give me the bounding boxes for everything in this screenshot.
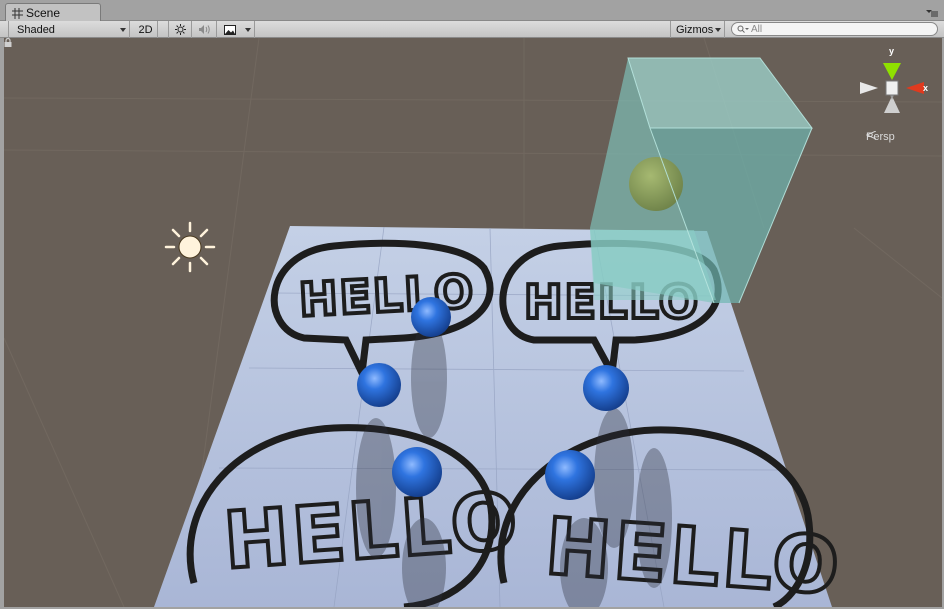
gizmo-x-label: x bbox=[923, 83, 929, 93]
sphere-shadow bbox=[636, 448, 672, 588]
sphere-shadow bbox=[594, 408, 634, 548]
tab-scene[interactable]: Scene bbox=[5, 3, 101, 22]
chevron-down-icon bbox=[245, 28, 251, 32]
tab-scene-label: Scene bbox=[26, 6, 61, 20]
hierarchy-search[interactable] bbox=[731, 22, 938, 36]
image-icon bbox=[224, 24, 236, 35]
lock-icon[interactable] bbox=[4, 38, 12, 47]
scene-canvas: HELLO HELLO HELLO HELLO bbox=[4, 38, 942, 607]
blue-sphere bbox=[411, 297, 451, 337]
directional-light-icon bbox=[164, 221, 216, 273]
sphere-shadow bbox=[356, 418, 396, 558]
audio-toggle-button[interactable] bbox=[192, 21, 217, 38]
blue-sphere bbox=[392, 447, 442, 497]
green-sphere bbox=[629, 157, 683, 211]
draw-mode-label: Shaded bbox=[17, 23, 55, 36]
scene-toolbar: Shaded 2D Gizmos bbox=[0, 21, 944, 38]
draw-mode-dropdown[interactable]: Shaded bbox=[8, 21, 130, 38]
effects-dropdown[interactable] bbox=[217, 21, 255, 38]
gizmo-y-label: y bbox=[889, 46, 895, 56]
tab-menu-icon[interactable] bbox=[926, 9, 938, 18]
chevron-down-icon bbox=[715, 28, 721, 32]
search-input[interactable] bbox=[751, 23, 931, 35]
blue-sphere bbox=[545, 450, 595, 500]
grid-icon bbox=[12, 7, 23, 19]
sun-icon bbox=[174, 24, 186, 35]
speaker-icon bbox=[198, 25, 210, 34]
gizmos-dropdown[interactable]: Gizmos bbox=[670, 21, 725, 38]
blue-sphere bbox=[357, 363, 401, 407]
toggle-2d-button[interactable]: 2D bbox=[134, 21, 158, 38]
scene-orientation-gizmo bbox=[860, 63, 924, 113]
projection-toggle[interactable]: Persp bbox=[866, 131, 895, 143]
gizmos-label: Gizmos bbox=[676, 23, 714, 36]
gizmo-center-cube bbox=[885, 80, 899, 96]
blue-sphere bbox=[583, 365, 629, 411]
perspective-icon bbox=[866, 131, 876, 139]
y-axis-cone bbox=[883, 63, 901, 80]
x-axis-cone bbox=[906, 82, 924, 94]
lighting-toggle-button[interactable] bbox=[168, 21, 192, 38]
scene-viewport[interactable]: HELLO HELLO HELLO HELLO bbox=[4, 38, 942, 607]
toggle-2d-label: 2D bbox=[138, 23, 153, 36]
translucent-cube bbox=[590, 57, 813, 304]
search-icon bbox=[737, 25, 749, 33]
chevron-down-icon bbox=[120, 28, 126, 32]
neg-x-axis-cone bbox=[860, 82, 878, 94]
tab-bar: Scene bbox=[0, 0, 944, 22]
